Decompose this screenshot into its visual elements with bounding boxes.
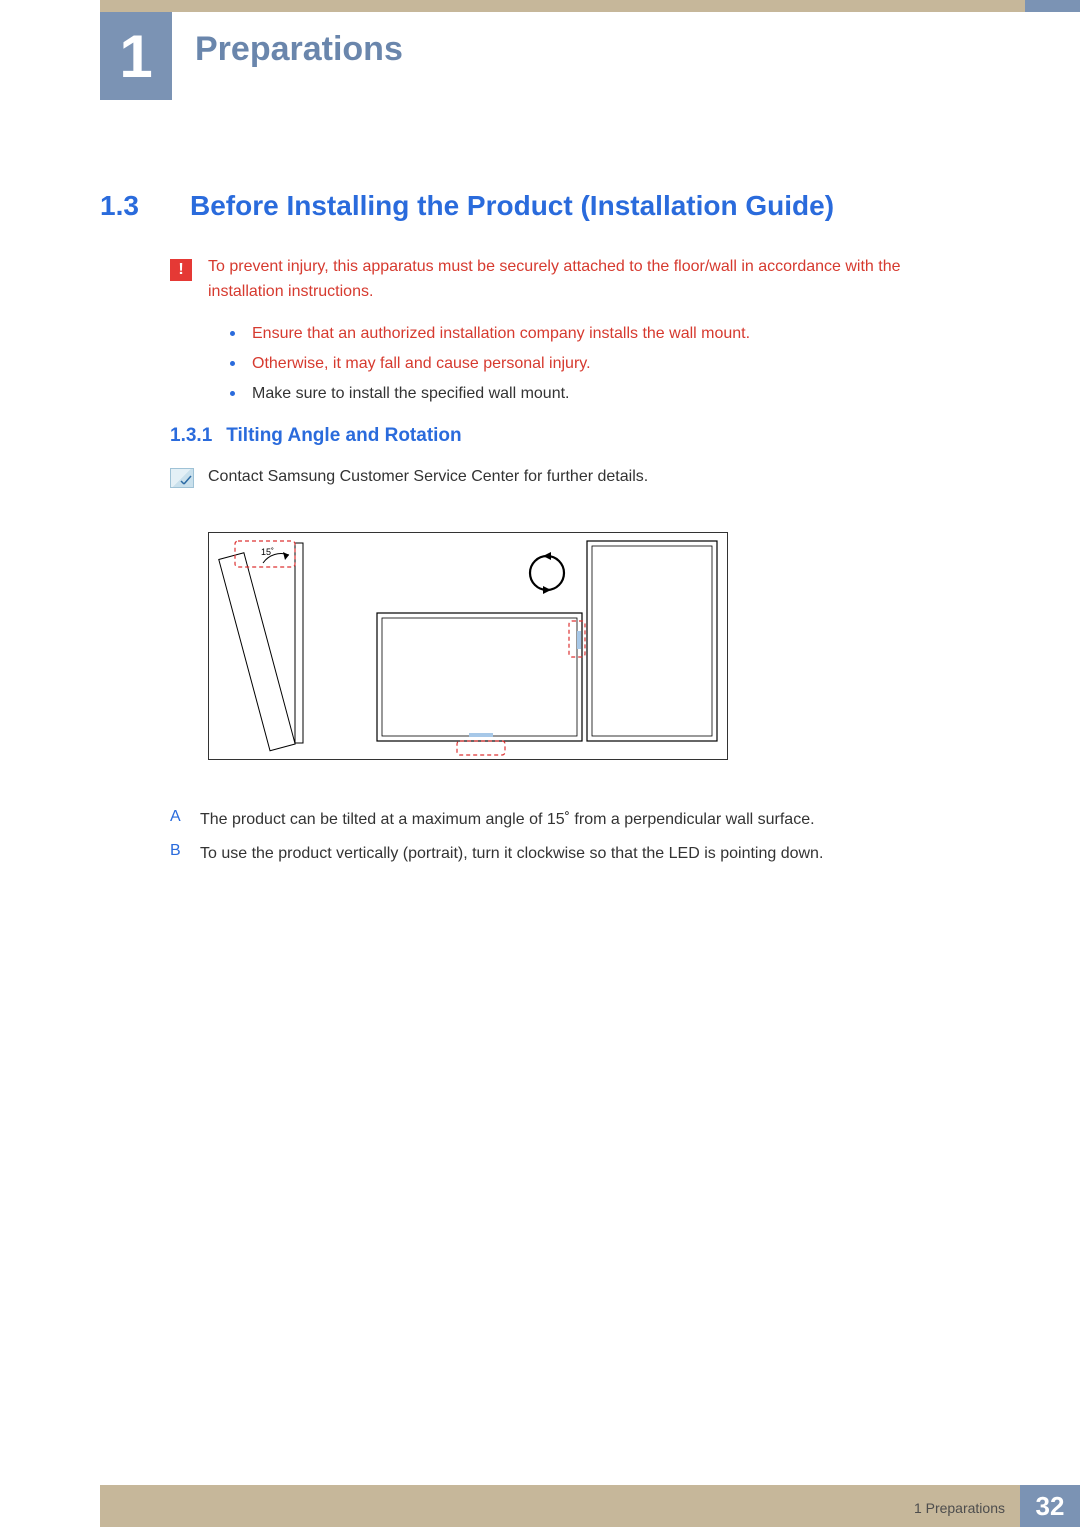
note-block: Contact Samsung Customer Service Center … [170, 468, 980, 486]
list-label-B: B [170, 842, 186, 866]
note-text: Contact Samsung Customer Service Center … [208, 468, 980, 486]
section-heading: 1.3 Before Installing the Product (Insta… [100, 190, 1020, 222]
header-accent-bar [100, 0, 1080, 12]
footer-bar: 1 Preparations 32 [100, 1485, 1080, 1527]
footer-accent [100, 1485, 1020, 1527]
tilt-rotation-diagram: 15˚ [208, 532, 728, 760]
warning-bullet-list: Ensure that an authorized installation c… [230, 319, 980, 410]
warning-bullet: Ensure that an authorized installation c… [230, 319, 980, 349]
chapter-number-badge: 1 [100, 12, 172, 100]
manual-page: 1 Preparations 1.3 Before Installing the… [0, 0, 1080, 1527]
chapter-title: Preparations [195, 30, 403, 69]
list-text-A: The product can be tilted at a maximum a… [200, 808, 815, 832]
diagram-svg: 15˚ [209, 533, 729, 761]
warning-icon: ! [170, 259, 192, 281]
warning-block: ! To prevent injury, this apparatus must… [170, 255, 980, 410]
list-text-B: To use the product vertically (portrait)… [200, 842, 823, 866]
warning-intro: To prevent injury, this apparatus must b… [208, 255, 980, 305]
list-item: B To use the product vertically (portrai… [170, 842, 980, 866]
subsection-title: Tilting Angle and Rotation [226, 425, 461, 447]
footer-page-number: 32 [1020, 1485, 1080, 1527]
footer-caption: 1 Preparations [914, 1500, 1005, 1516]
warning-bullet: Otherwise, it may fall and cause persona… [230, 349, 980, 379]
chapter-number: 1 [119, 22, 152, 91]
tilt-angle-label: 15˚ [261, 547, 274, 557]
subsection-heading: 1.3.1 Tilting Angle and Rotation [170, 425, 462, 447]
warning-bullet: Make sure to install the specified wall … [230, 379, 980, 409]
section-number: 1.3 [100, 190, 160, 222]
lettered-list: A The product can be tilted at a maximum… [170, 808, 980, 876]
subsection-number: 1.3.1 [170, 425, 212, 447]
list-label-A: A [170, 808, 186, 832]
note-icon [170, 468, 194, 488]
list-item: A The product can be tilted at a maximum… [170, 808, 980, 832]
section-title: Before Installing the Product (Installat… [190, 190, 834, 222]
